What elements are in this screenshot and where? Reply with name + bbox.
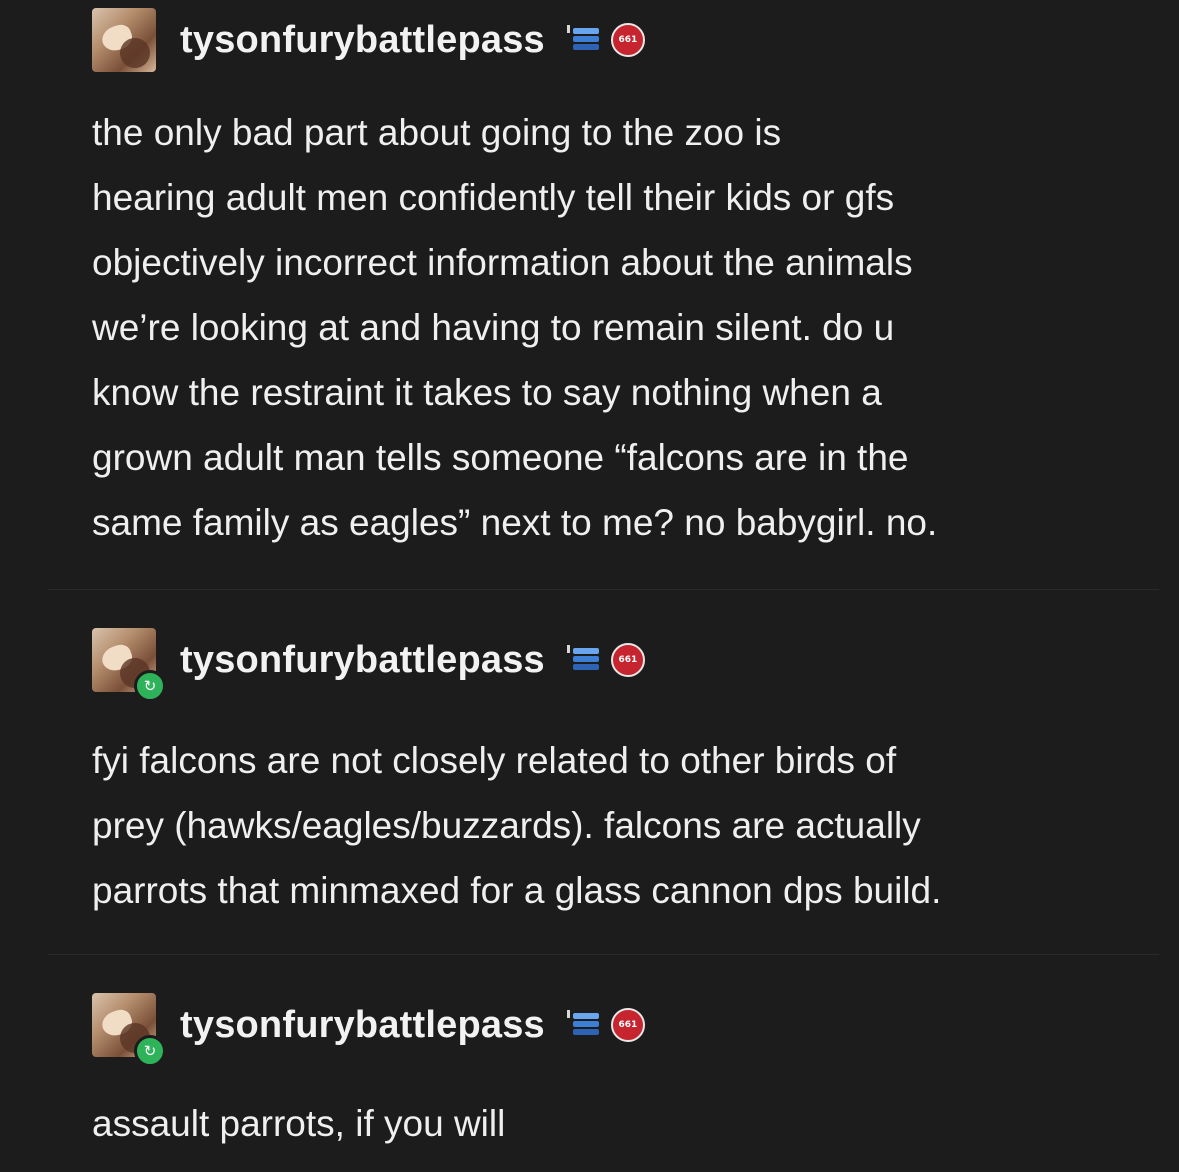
username[interactable]: tysonfurybattlepass <box>180 639 545 682</box>
post-reblog: ↻ tysonfurybattlepass 661 fyi falcons ar… <box>0 590 1179 955</box>
stack-badge-tick <box>566 25 570 33</box>
stack-badge-bar <box>572 1021 599 1027</box>
avatar[interactable] <box>92 8 156 72</box>
stack-badge-bar <box>572 44 599 50</box>
stack-badge-bar <box>572 664 599 670</box>
post-reblog: ↻ tysonfurybattlepass 661 assault parrot… <box>0 955 1179 1172</box>
red-badge-icon: 661 <box>610 1008 645 1042</box>
stack-badge-bar <box>572 1029 599 1035</box>
avatar-image <box>92 8 156 72</box>
red-badge-icon: 661 <box>610 23 645 57</box>
post-original: tysonfurybattlepass 661 the only bad par… <box>0 0 1179 590</box>
stack-badge-tick <box>566 645 570 653</box>
stack-badge-icon <box>566 645 601 675</box>
post-body: assault parrots, if you will <box>92 1103 506 1144</box>
avatar[interactable]: ↻ <box>92 993 166 1067</box>
stack-badge-tick <box>566 1010 570 1018</box>
stack-badge-bar <box>572 36 599 42</box>
stack-badge-icon <box>566 1010 601 1040</box>
stack-badge-bar <box>572 648 599 654</box>
username[interactable]: tysonfurybattlepass <box>180 1004 545 1047</box>
tumblr-thread: tysonfurybattlepass 661 the only bad par… <box>0 0 1179 1172</box>
reblog-icon: ↻ <box>134 1035 166 1067</box>
post-header: tysonfurybattlepass 661 <box>92 8 645 72</box>
username[interactable]: tysonfurybattlepass <box>180 19 545 62</box>
post-header: ↻ tysonfurybattlepass 661 <box>92 628 645 702</box>
post-header: ↻ tysonfurybattlepass 661 <box>92 993 645 1067</box>
stack-badge-bar <box>572 656 599 662</box>
post-body: fyi falcons are not closely related to o… <box>92 740 942 911</box>
reblog-icon: ↻ <box>134 670 166 702</box>
avatar[interactable]: ↻ <box>92 628 166 702</box>
stack-badge-icon <box>566 25 601 55</box>
avatar-shade-shape <box>120 38 150 68</box>
stack-badge-bar <box>572 28 599 34</box>
red-badge-icon: 661 <box>610 643 645 677</box>
stack-badge-bar <box>572 1013 599 1019</box>
post-body: the only bad part about going to the zoo… <box>92 112 938 543</box>
